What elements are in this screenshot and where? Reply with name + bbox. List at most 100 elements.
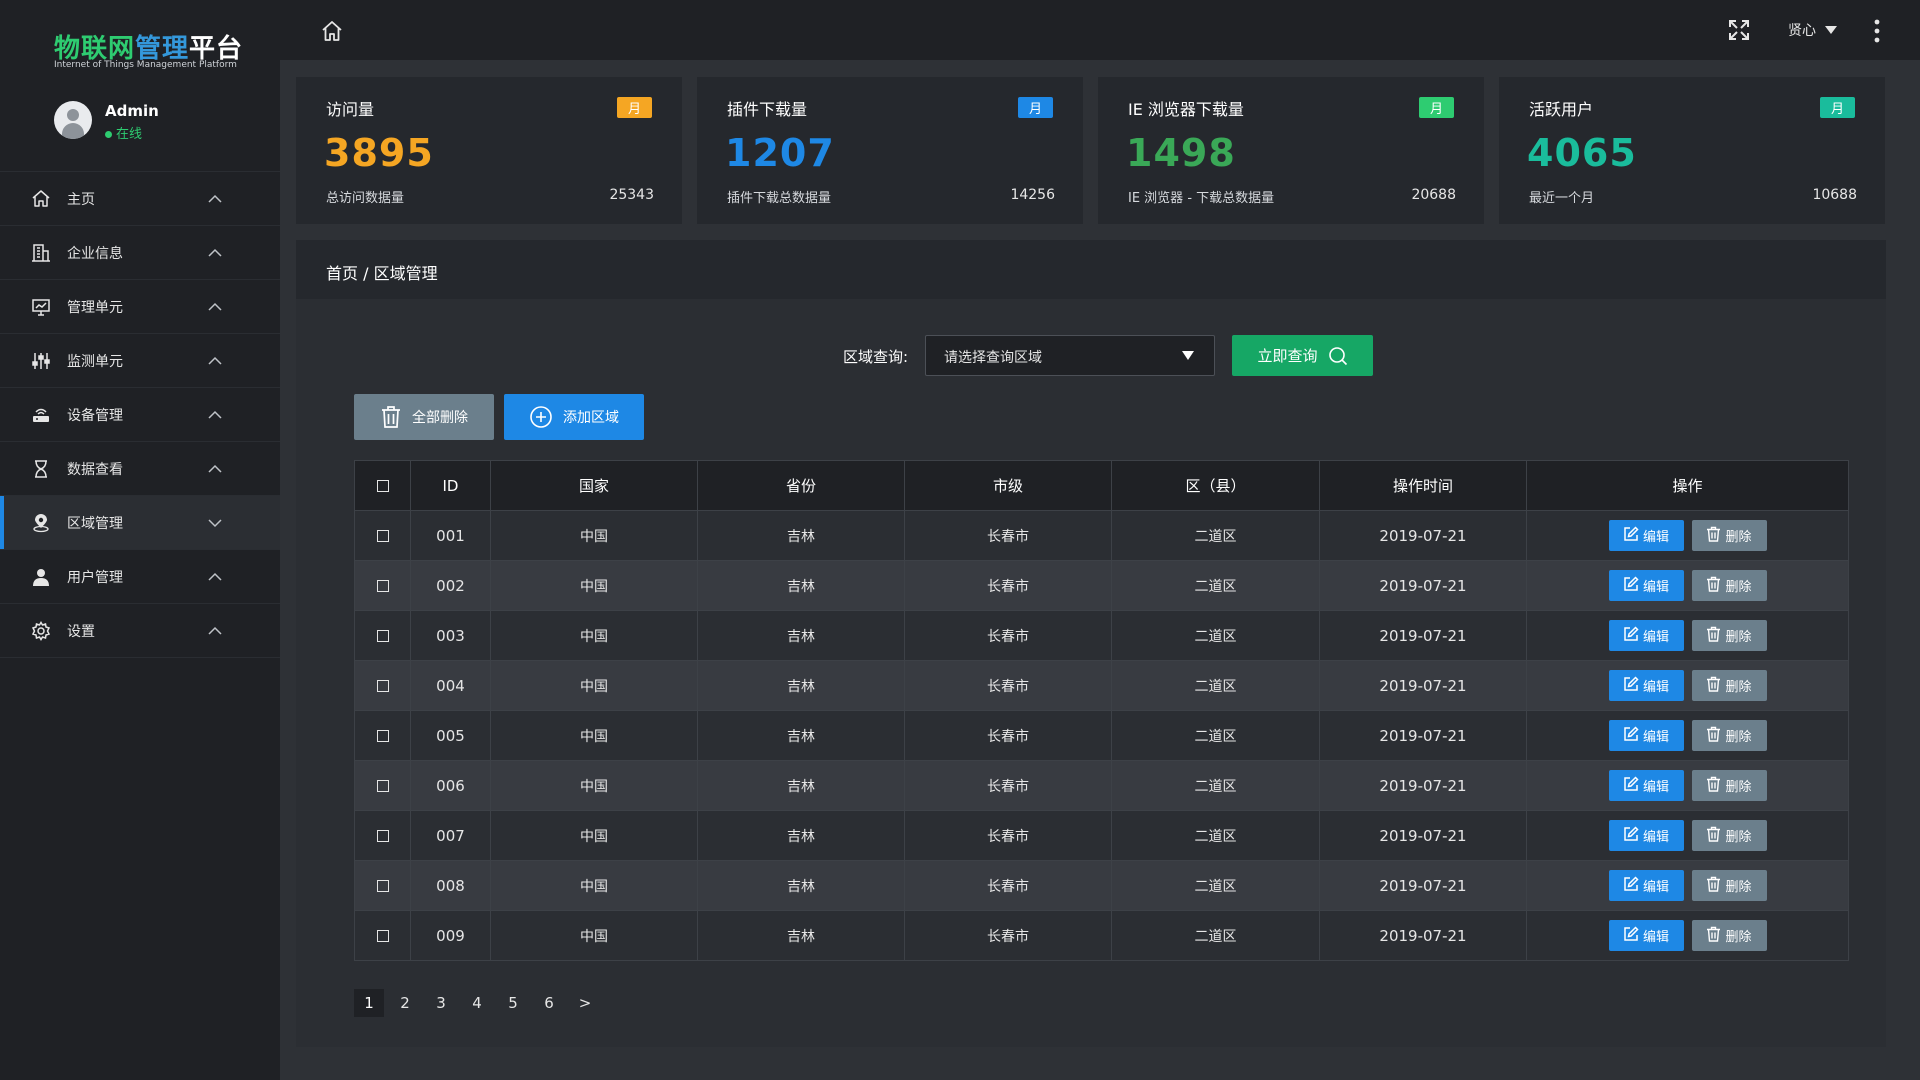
page-link[interactable]: 1 bbox=[354, 989, 384, 1017]
select-all-cell[interactable] bbox=[354, 460, 411, 511]
row-select-cell[interactable] bbox=[354, 810, 411, 861]
sidebar-item-1[interactable]: 企业信息 bbox=[0, 226, 280, 280]
cell-district: 二道区 bbox=[1111, 710, 1320, 761]
stat-total: 14256 bbox=[1010, 187, 1055, 203]
cell-time: 2019-07-21 bbox=[1319, 810, 1527, 861]
avatar[interactable] bbox=[54, 101, 92, 139]
column-header-time[interactable]: 操作时间 bbox=[1319, 460, 1527, 511]
cell-country: 中国 bbox=[490, 810, 698, 861]
row-select-cell[interactable] bbox=[354, 610, 411, 661]
sidebar-item-8[interactable]: 设置 bbox=[0, 604, 280, 658]
page-link[interactable]: 6 bbox=[534, 989, 564, 1017]
fullscreen-icon[interactable] bbox=[1727, 18, 1751, 42]
row-checkbox[interactable] bbox=[376, 829, 389, 842]
cell-city: 长春市 bbox=[904, 810, 1112, 861]
delete-button[interactable]: 删除 bbox=[1691, 870, 1767, 901]
period-badge: 月 bbox=[1820, 97, 1855, 118]
row-select-cell[interactable] bbox=[354, 510, 411, 561]
delete-button[interactable]: 删除 bbox=[1691, 770, 1767, 801]
row-checkbox[interactable] bbox=[376, 879, 389, 892]
stat-total: 25343 bbox=[609, 187, 654, 203]
more-vertical-icon[interactable] bbox=[1872, 18, 1882, 44]
delete-button[interactable]: 删除 bbox=[1691, 670, 1767, 701]
cell-city: 长春市 bbox=[904, 760, 1112, 811]
delete-button[interactable]: 删除 bbox=[1691, 820, 1767, 851]
row-select-cell[interactable] bbox=[354, 760, 411, 811]
column-header-country[interactable]: 国家 bbox=[490, 460, 698, 511]
sidebar-item-3[interactable]: 监测单元 bbox=[0, 334, 280, 388]
edit-icon bbox=[1623, 875, 1639, 896]
plus-circle-icon bbox=[530, 406, 552, 428]
delete-button[interactable]: 删除 bbox=[1691, 920, 1767, 951]
sidebar-item-6[interactable]: 区域管理 bbox=[0, 496, 280, 550]
cell-city: 长春市 bbox=[904, 860, 1112, 911]
delete-button-label: 删除 bbox=[1725, 630, 1752, 645]
delete-button-label: 删除 bbox=[1725, 530, 1752, 545]
delete-button[interactable]: 删除 bbox=[1691, 570, 1767, 601]
row-checkbox[interactable] bbox=[376, 779, 389, 792]
edit-button[interactable]: 编辑 bbox=[1608, 770, 1684, 801]
search-icon bbox=[1328, 346, 1347, 365]
edit-button[interactable]: 编辑 bbox=[1608, 870, 1684, 901]
row-checkbox[interactable] bbox=[376, 579, 389, 592]
row-checkbox[interactable] bbox=[376, 529, 389, 542]
delete-button[interactable]: 删除 bbox=[1691, 520, 1767, 551]
cell-id: 006 bbox=[410, 760, 491, 811]
sidebar-item-0[interactable]: 主页 bbox=[0, 172, 280, 226]
main-panel: 区域查询: 请选择查询区域 立即查询 全部删除 添加区域 ID 国家 省份 市级… bbox=[296, 299, 1886, 1047]
user-dropdown[interactable]: 贤心 bbox=[1788, 20, 1838, 40]
next-page-button[interactable]: > bbox=[570, 989, 600, 1017]
delete-all-button[interactable]: 全部删除 bbox=[354, 394, 494, 440]
trash-icon bbox=[1706, 676, 1721, 696]
row-checkbox[interactable] bbox=[376, 729, 389, 742]
edit-button[interactable]: 编辑 bbox=[1608, 670, 1684, 701]
stat-total: 10688 bbox=[1812, 187, 1857, 203]
column-header-district[interactable]: 区（县） bbox=[1111, 460, 1320, 511]
row-select-cell[interactable] bbox=[354, 710, 411, 761]
edit-button[interactable]: 编辑 bbox=[1608, 620, 1684, 651]
region-select[interactable]: 请选择查询区域 bbox=[925, 335, 1215, 376]
cell-district: 二道区 bbox=[1111, 910, 1320, 961]
select-all-checkbox[interactable] bbox=[376, 480, 389, 492]
query-button[interactable]: 立即查询 bbox=[1232, 335, 1373, 376]
add-area-button[interactable]: 添加区域 bbox=[504, 394, 644, 440]
edit-button[interactable]: 编辑 bbox=[1608, 820, 1684, 851]
table-row: 008 中国 吉林 长春市 二道区 2019-07-21 编辑 删除 bbox=[354, 860, 1849, 911]
page-link[interactable]: 3 bbox=[426, 989, 456, 1017]
row-checkbox[interactable] bbox=[376, 679, 389, 692]
edit-button[interactable]: 编辑 bbox=[1608, 520, 1684, 551]
row-select-cell[interactable] bbox=[354, 560, 411, 611]
cell-province: 吉林 bbox=[697, 710, 905, 761]
sidebar-item-label: 设备管理 bbox=[67, 407, 123, 424]
page-link[interactable]: 4 bbox=[462, 989, 492, 1017]
sidebar-item-5[interactable]: 数据查看 bbox=[0, 442, 280, 496]
cell-id: 009 bbox=[410, 910, 491, 961]
sidebar-item-4[interactable]: 设备管理 bbox=[0, 388, 280, 442]
cell-district: 二道区 bbox=[1111, 760, 1320, 811]
row-select-cell[interactable] bbox=[354, 660, 411, 711]
sidebar-item-7[interactable]: 用户管理 bbox=[0, 550, 280, 604]
delete-button[interactable]: 删除 bbox=[1691, 720, 1767, 751]
cell-city: 长春市 bbox=[904, 560, 1112, 611]
sidebar-item-2[interactable]: 管理单元 bbox=[0, 280, 280, 334]
edit-button[interactable]: 编辑 bbox=[1608, 720, 1684, 751]
row-checkbox[interactable] bbox=[376, 929, 389, 942]
cell-actions: 编辑 删除 bbox=[1526, 560, 1849, 611]
column-header-province[interactable]: 省份 bbox=[697, 460, 905, 511]
edit-button[interactable]: 编辑 bbox=[1608, 920, 1684, 951]
trash-icon bbox=[1706, 826, 1721, 846]
page-link[interactable]: 2 bbox=[390, 989, 420, 1017]
row-select-cell[interactable] bbox=[354, 860, 411, 911]
row-select-cell[interactable] bbox=[354, 910, 411, 961]
page-link[interactable]: 5 bbox=[498, 989, 528, 1017]
edit-button[interactable]: 编辑 bbox=[1608, 570, 1684, 601]
home-icon[interactable] bbox=[320, 20, 344, 42]
table-row: 009 中国 吉林 长春市 二道区 2019-07-21 编辑 删除 bbox=[354, 910, 1849, 961]
pagination: 1 2 3 4 5 6 > bbox=[354, 989, 600, 1017]
column-header-id[interactable]: ID bbox=[410, 460, 491, 511]
cell-id: 001 bbox=[410, 510, 491, 561]
column-header-city[interactable]: 市级 bbox=[904, 460, 1112, 511]
sidebar-item-label: 主页 bbox=[67, 191, 95, 208]
delete-button[interactable]: 删除 bbox=[1691, 620, 1767, 651]
row-checkbox[interactable] bbox=[376, 629, 389, 642]
